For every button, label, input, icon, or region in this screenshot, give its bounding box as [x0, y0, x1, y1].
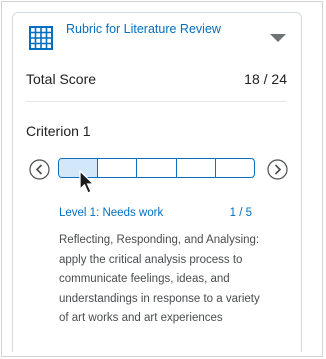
rubric-title-link[interactable]: Rubric for Literature Review [66, 22, 221, 36]
level-segment-4[interactable] [175, 159, 215, 177]
chevron-right-icon[interactable] [267, 159, 288, 180]
grid-icon [29, 26, 53, 50]
level-segment-2[interactable] [97, 159, 136, 177]
level-name-link[interactable]: Level 1: Needs work [59, 207, 163, 219]
level-count: 1 / 5 [229, 207, 252, 219]
level-segment-5[interactable] [214, 159, 254, 177]
criterion-title: Criterion 1 [26, 123, 91, 139]
rubric-panel: Rubric for Literature Review Total Score… [12, 12, 302, 352]
divider [26, 101, 286, 102]
mouse-pointer-icon [79, 170, 95, 194]
chevron-left-icon[interactable] [29, 159, 50, 180]
level-description: Reflecting, Responding, and Analysing: a… [59, 234, 260, 324]
total-score-label: Total Score [26, 71, 97, 87]
level-segment-3[interactable] [136, 159, 175, 177]
chevron-down-icon[interactable] [269, 32, 287, 44]
total-score-value: 18 / 24 [244, 71, 287, 87]
